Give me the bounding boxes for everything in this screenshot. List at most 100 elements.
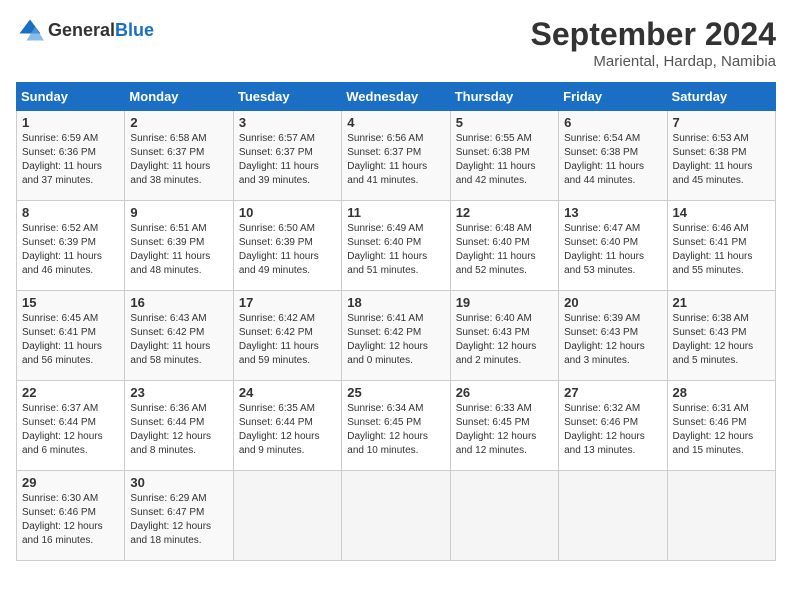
- location: Mariental, Hardap, Namibia: [531, 53, 776, 70]
- day-number: 20: [564, 295, 661, 310]
- day-number: 26: [456, 385, 553, 400]
- day-number: 24: [239, 385, 336, 400]
- day-number: 29: [22, 475, 119, 490]
- day-number: 16: [130, 295, 227, 310]
- cell-info: Sunrise: 6:36 AM Sunset: 6:44 PM Dayligh…: [130, 402, 227, 458]
- calendar-cell: 9Sunrise: 6:51 AM Sunset: 6:39 PM Daylig…: [125, 201, 233, 291]
- cell-info: Sunrise: 6:34 AM Sunset: 6:45 PM Dayligh…: [347, 402, 444, 458]
- cell-info: Sunrise: 6:41 AM Sunset: 6:42 PM Dayligh…: [347, 312, 444, 368]
- calendar-cell: 4Sunrise: 6:56 AM Sunset: 6:37 PM Daylig…: [342, 111, 450, 201]
- cell-info: Sunrise: 6:30 AM Sunset: 6:46 PM Dayligh…: [22, 492, 119, 548]
- cell-info: Sunrise: 6:52 AM Sunset: 6:39 PM Dayligh…: [22, 222, 119, 278]
- calendar-cell: 24 Sunrise: 6:35 AM Sunset: 6:44 PM Dayli…: [233, 381, 341, 471]
- day-number: 22: [22, 385, 119, 400]
- cell-info: Sunrise: 6:29 AM Sunset: 6:47 PM Dayligh…: [130, 492, 227, 548]
- calendar-cell: 8 Sunrise: 6:52 AM Sunset: 6:39 PM Daylig…: [17, 201, 125, 291]
- cell-info: Sunrise: 6:54 AM Sunset: 6:38 PM Dayligh…: [564, 132, 661, 188]
- cell-info: Sunrise: 6:37 AM Sunset: 6:44 PM Dayligh…: [22, 402, 119, 458]
- day-number: 9: [130, 205, 227, 220]
- calendar-cell: 20 Sunrise: 6:39 AM Sunset: 6:43 PM Dayli…: [559, 291, 667, 381]
- calendar-cell: 13Sunrise: 6:47 AM Sunset: 6:40 PM Dayli…: [559, 201, 667, 291]
- calendar-cell: 18Sunrise: 6:41 AM Sunset: 6:42 PM Dayli…: [342, 291, 450, 381]
- calendar-cell: 2 Sunrise: 6:58 AM Sunset: 6:37 PM Daylig…: [125, 111, 233, 201]
- day-number: 19: [456, 295, 553, 310]
- cell-info: Sunrise: 6:58 AM Sunset: 6:37 PM Dayligh…: [130, 132, 227, 188]
- calendar-cell: 6 Sunrise: 6:54 AM Sunset: 6:38 PM Daylig…: [559, 111, 667, 201]
- cell-info: Sunrise: 6:53 AM Sunset: 6:38 PM Dayligh…: [673, 132, 770, 188]
- calendar-cell: [342, 471, 450, 561]
- calendar-cell: [450, 471, 558, 561]
- day-number: 12: [456, 205, 553, 220]
- logo-general: General: [48, 20, 115, 40]
- calendar-cell: 23 Sunrise: 6:36 AM Sunset: 6:44 PM Dayli…: [125, 381, 233, 471]
- calendar-cell: [233, 471, 341, 561]
- day-number: 14: [673, 205, 770, 220]
- cell-info: Sunrise: 6:46 AM Sunset: 6:41 PM Dayligh…: [673, 222, 770, 278]
- calendar-cell: [667, 471, 775, 561]
- cell-info: Sunrise: 6:40 AM Sunset: 6:43 PM Dayligh…: [456, 312, 553, 368]
- calendar-week-row: 15 Sunrise: 6:45 AM Sunset: 6:41 PM Dayli…: [17, 291, 776, 381]
- cell-info: Sunrise: 6:59 AM Sunset: 6:36 PM Dayligh…: [22, 132, 119, 188]
- calendar-cell: 25 Sunrise: 6:34 AM Sunset: 6:45 PM Dayli…: [342, 381, 450, 471]
- calendar-cell: 1 Sunrise: 6:59 AM Sunset: 6:36 PM Daylig…: [17, 111, 125, 201]
- day-number: 1: [22, 115, 119, 130]
- col-header-sunday: Sunday: [17, 83, 125, 111]
- calendar-cell: 21Sunrise: 6:38 AM Sunset: 6:43 PM Dayli…: [667, 291, 775, 381]
- day-number: 13: [564, 205, 661, 220]
- cell-info: Sunrise: 6:39 AM Sunset: 6:43 PM Dayligh…: [564, 312, 661, 368]
- col-header-tuesday: Tuesday: [233, 83, 341, 111]
- col-header-wednesday: Wednesday: [342, 83, 450, 111]
- day-number: 15: [22, 295, 119, 310]
- col-header-saturday: Saturday: [667, 83, 775, 111]
- cell-info: Sunrise: 6:50 AM Sunset: 6:39 PM Dayligh…: [239, 222, 336, 278]
- calendar-cell: 15 Sunrise: 6:45 AM Sunset: 6:41 PM Dayli…: [17, 291, 125, 381]
- day-number: 6: [564, 115, 661, 130]
- calendar-week-row: 1 Sunrise: 6:59 AM Sunset: 6:36 PM Daylig…: [17, 111, 776, 201]
- day-number: 27: [564, 385, 661, 400]
- day-number: 23: [130, 385, 227, 400]
- calendar-week-row: 29 Sunrise: 6:30 AM Sunset: 6:46 PM Dayli…: [17, 471, 776, 561]
- calendar-cell: 19 Sunrise: 6:40 AM Sunset: 6:43 PM Dayli…: [450, 291, 558, 381]
- calendar-table: SundayMondayTuesdayWednesdayThursdayFrid…: [16, 82, 776, 561]
- calendar-cell: 5 Sunrise: 6:55 AM Sunset: 6:38 PM Daylig…: [450, 111, 558, 201]
- cell-info: Sunrise: 6:49 AM Sunset: 6:40 PM Dayligh…: [347, 222, 444, 278]
- title-block: September 2024 Mariental, Hardap, Namibi…: [531, 16, 776, 70]
- calendar-cell: 3 Sunrise: 6:57 AM Sunset: 6:37 PM Daylig…: [233, 111, 341, 201]
- cell-info: Sunrise: 6:57 AM Sunset: 6:37 PM Dayligh…: [239, 132, 336, 188]
- day-number: 25: [347, 385, 444, 400]
- cell-info: Sunrise: 6:56 AM Sunset: 6:37 PM Dayligh…: [347, 132, 444, 188]
- cell-info: Sunrise: 6:32 AM Sunset: 6:46 PM Dayligh…: [564, 402, 661, 458]
- month-title: September 2024: [531, 16, 776, 53]
- col-header-monday: Monday: [125, 83, 233, 111]
- cell-info: Sunrise: 6:48 AM Sunset: 6:40 PM Dayligh…: [456, 222, 553, 278]
- calendar-cell: 30Sunrise: 6:29 AM Sunset: 6:47 PM Dayli…: [125, 471, 233, 561]
- day-number: 2: [130, 115, 227, 130]
- calendar-cell: 22 Sunrise: 6:37 AM Sunset: 6:44 PM Dayli…: [17, 381, 125, 471]
- day-number: 8: [22, 205, 119, 220]
- cell-info: Sunrise: 6:38 AM Sunset: 6:43 PM Dayligh…: [673, 312, 770, 368]
- day-number: 3: [239, 115, 336, 130]
- cell-info: Sunrise: 6:42 AM Sunset: 6:42 PM Dayligh…: [239, 312, 336, 368]
- logo-icon: [16, 16, 44, 44]
- day-number: 5: [456, 115, 553, 130]
- calendar-cell: [559, 471, 667, 561]
- calendar-cell: 10Sunrise: 6:50 AM Sunset: 6:39 PM Dayli…: [233, 201, 341, 291]
- calendar-cell: 12 Sunrise: 6:48 AM Sunset: 6:40 PM Dayli…: [450, 201, 558, 291]
- day-number: 11: [347, 205, 444, 220]
- calendar-cell: 26 Sunrise: 6:33 AM Sunset: 6:45 PM Dayli…: [450, 381, 558, 471]
- cell-info: Sunrise: 6:55 AM Sunset: 6:38 PM Dayligh…: [456, 132, 553, 188]
- calendar-cell: 14 Sunrise: 6:46 AM Sunset: 6:41 PM Dayli…: [667, 201, 775, 291]
- cell-info: Sunrise: 6:35 AM Sunset: 6:44 PM Dayligh…: [239, 402, 336, 458]
- logo-blue: Blue: [115, 20, 154, 40]
- day-number: 28: [673, 385, 770, 400]
- calendar-cell: 16 Sunrise: 6:43 AM Sunset: 6:42 PM Dayli…: [125, 291, 233, 381]
- day-number: 7: [673, 115, 770, 130]
- cell-info: Sunrise: 6:43 AM Sunset: 6:42 PM Dayligh…: [130, 312, 227, 368]
- calendar-week-row: 22 Sunrise: 6:37 AM Sunset: 6:44 PM Dayli…: [17, 381, 776, 471]
- calendar-cell: 28Sunrise: 6:31 AM Sunset: 6:46 PM Dayli…: [667, 381, 775, 471]
- cell-info: Sunrise: 6:33 AM Sunset: 6:45 PM Dayligh…: [456, 402, 553, 458]
- logo: GeneralBlue: [16, 16, 154, 44]
- cell-info: Sunrise: 6:45 AM Sunset: 6:41 PM Dayligh…: [22, 312, 119, 368]
- calendar-cell: 17Sunrise: 6:42 AM Sunset: 6:42 PM Dayli…: [233, 291, 341, 381]
- calendar-cell: 11 Sunrise: 6:49 AM Sunset: 6:40 PM Dayli…: [342, 201, 450, 291]
